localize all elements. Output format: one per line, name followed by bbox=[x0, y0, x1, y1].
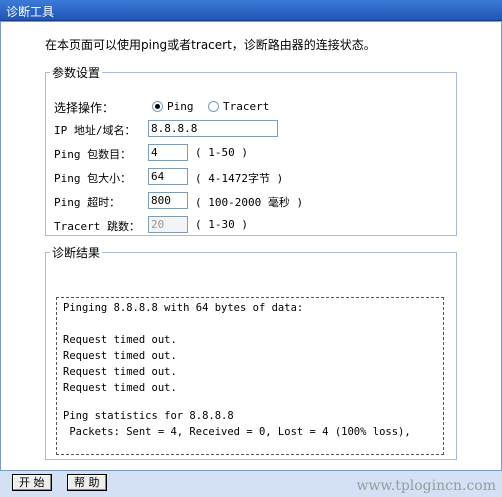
result-line: Request timed out. bbox=[63, 350, 177, 362]
result-box: Pinging 8.8.8.8 with 64 bytes of data: R… bbox=[56, 297, 444, 455]
count-label: Ping 包数目： bbox=[54, 148, 132, 161]
timeout-label: Ping 超时： bbox=[54, 196, 121, 209]
watermark: www.tplogincn.com bbox=[356, 478, 496, 494]
tracert-radio[interactable] bbox=[208, 101, 219, 112]
result-line: Ping statistics for 8.8.8.8 bbox=[63, 410, 234, 422]
result-line: Request timed out. bbox=[63, 334, 177, 346]
result-line: Request timed out. bbox=[63, 366, 177, 378]
result-line: Pinging 8.8.8.8 with 64 bytes of data: bbox=[63, 302, 304, 314]
timeout-input[interactable] bbox=[148, 192, 188, 209]
result-line: Request timed out. bbox=[63, 382, 177, 394]
result-legend: 诊断结果 bbox=[52, 246, 101, 260]
params-fieldset: 参数设置 选择操作： Ping Tracert IP 地址/域名： Ping 包… bbox=[45, 64, 457, 236]
timeout-hint: ( 100-2000 毫秒 ) bbox=[195, 196, 304, 209]
count-hint: ( 1-50 ) bbox=[195, 146, 248, 159]
page-description: 在本页面可以使用ping或者tracert，诊断路由器的连接状态。 bbox=[45, 38, 376, 52]
size-input[interactable] bbox=[148, 168, 188, 185]
size-hint: ( 4-1472字节 ) bbox=[195, 172, 284, 185]
ip-input[interactable] bbox=[148, 120, 278, 137]
tracert-hint: ( 1-30 ) bbox=[195, 218, 248, 231]
result-line: Packets: Sent = 4, Received = 0, Lost = … bbox=[63, 426, 411, 438]
ping-radio[interactable] bbox=[152, 101, 163, 112]
help-button[interactable]: 帮 助 bbox=[67, 474, 107, 491]
ping-radio-label: Ping bbox=[167, 100, 194, 113]
operation-label: 选择操作： bbox=[54, 101, 115, 115]
ip-label: IP 地址/域名： bbox=[54, 124, 136, 137]
title-bar: 诊断工具 bbox=[0, 0, 502, 21]
tracert-radio-label: Tracert bbox=[223, 100, 270, 113]
window-title: 诊断工具 bbox=[6, 5, 55, 19]
params-legend: 参数设置 bbox=[52, 66, 101, 80]
size-label: Ping 包大小： bbox=[54, 172, 132, 185]
tracert-label: Tracert 跳数： bbox=[54, 220, 140, 233]
start-button[interactable]: 开 始 bbox=[12, 474, 52, 491]
result-fieldset: 诊断结果 Pinging 8.8.8.8 with 64 bytes of da… bbox=[45, 244, 457, 460]
diagnostic-panel: 在本页面可以使用ping或者tracert，诊断路由器的连接状态。 参数设置 选… bbox=[0, 21, 502, 471]
count-input[interactable] bbox=[148, 144, 188, 161]
tracert-input bbox=[148, 216, 188, 233]
